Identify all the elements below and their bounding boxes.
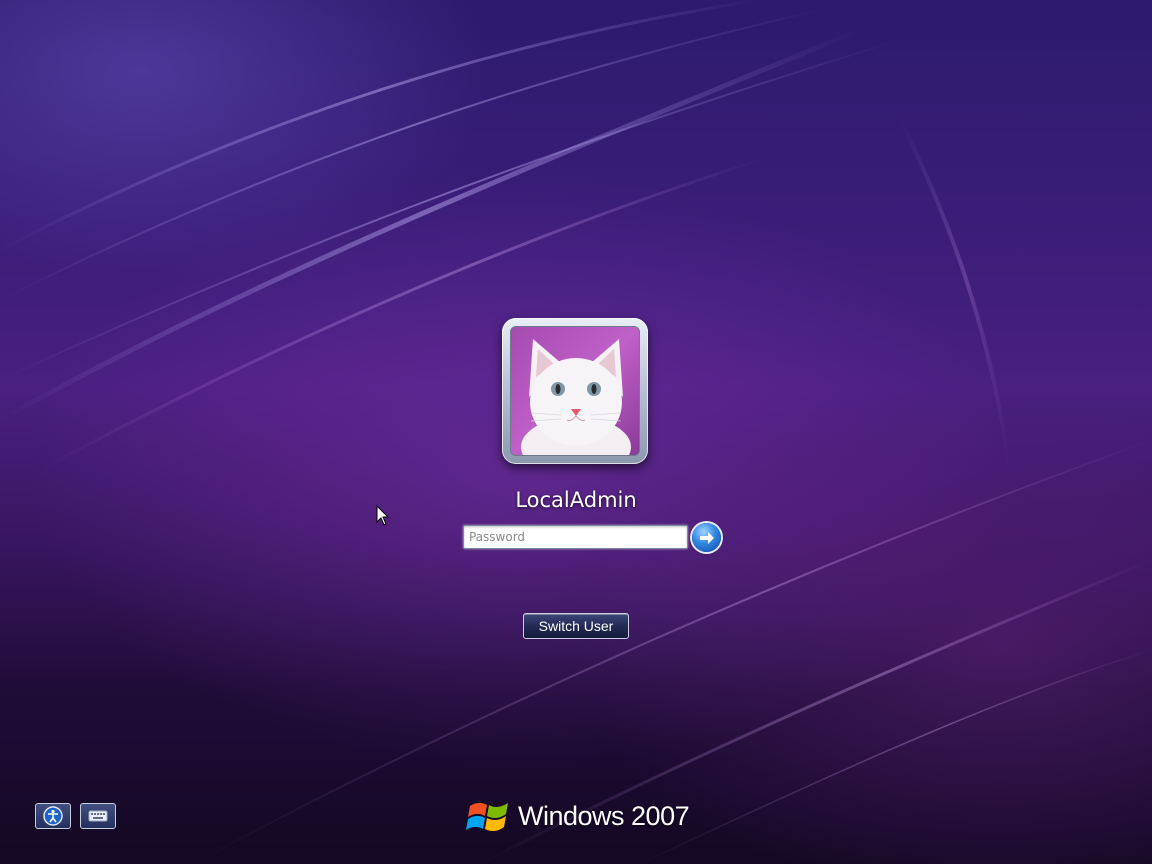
onscreen-keyboard-button[interactable] xyxy=(80,803,116,829)
password-input[interactable] xyxy=(463,525,688,549)
ease-of-access-button[interactable] xyxy=(35,803,71,829)
ease-of-access-icon xyxy=(43,806,63,826)
arrow-right-icon xyxy=(699,531,714,544)
switch-user-button[interactable]: Switch User xyxy=(523,613,629,639)
user-tile[interactable] xyxy=(502,318,648,464)
brand-text: Windows 2007 xyxy=(518,800,690,831)
windows-flag-icon xyxy=(466,802,508,832)
cat-avatar-icon xyxy=(510,326,640,456)
logon-screen: LocalAdmin Switch User xyxy=(0,0,1152,864)
submit-login-button[interactable] xyxy=(692,523,721,552)
username-label: LocalAdmin xyxy=(515,488,637,512)
windows-branding: Windows 2007 xyxy=(466,796,690,836)
mouse-pointer-icon xyxy=(376,505,390,526)
keyboard-icon xyxy=(88,810,108,822)
